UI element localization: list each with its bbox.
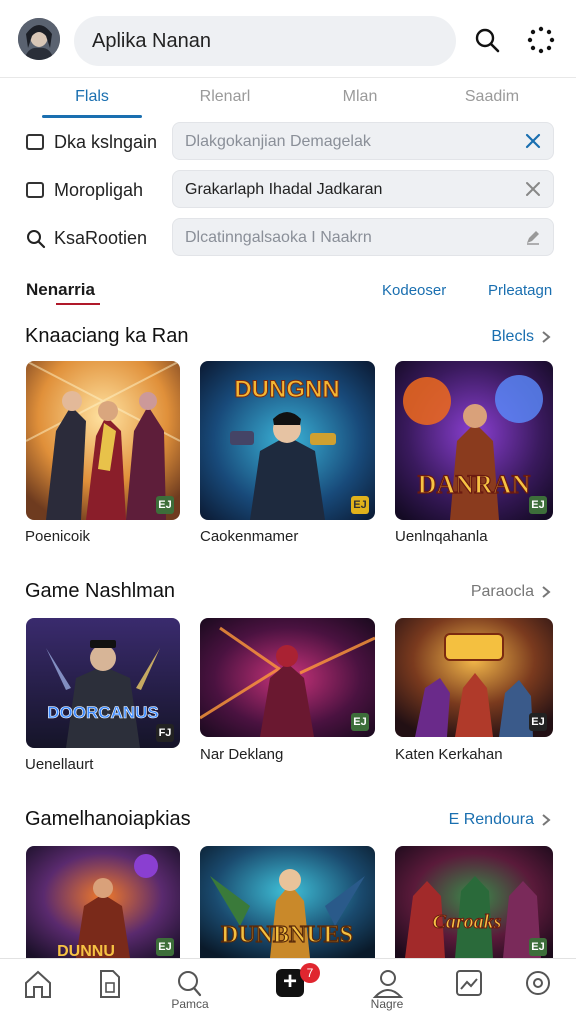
- nav-label: Nagre: [370, 997, 404, 1011]
- game-card[interactable]: DUNGNN EJ: [200, 361, 375, 520]
- chevron-right-icon: [542, 331, 551, 343]
- game-caption: Caokenmamer: [200, 528, 299, 545]
- chevron-right-icon: [542, 814, 551, 826]
- loading-dots-icon[interactable]: [527, 26, 555, 54]
- filter-row: KsaRootien Dlcatinngalsaoka I Naakrn: [0, 218, 576, 258]
- tab-flals[interactable]: Flals: [37, 88, 147, 106]
- section-title: Gamelhanoiapkias: [25, 808, 191, 830]
- platform-badge: FJ: [156, 724, 174, 742]
- section-nav-link[interactable]: Kodeoser: [382, 282, 446, 299]
- avatar[interactable]: [18, 18, 60, 60]
- filter-label: KsaRootien: [54, 228, 148, 248]
- filter-row: Moropligah Grakarlaph Ihadal Jadkaran: [0, 170, 576, 210]
- section-nav-title[interactable]: Nenarria: [26, 280, 95, 300]
- checkbox-icon[interactable]: [26, 134, 44, 150]
- profile-icon[interactable]: [368, 967, 408, 999]
- platform-badge: EJ: [529, 496, 547, 514]
- filter-row: Dka kslngain Dlakgokanjian Demagelak: [0, 122, 576, 162]
- platform-badge: EJ: [351, 713, 369, 731]
- game-card[interactable]: DOORCANUS FJ: [26, 618, 180, 748]
- filter-input-text: Dlakgokanjian Demagelak: [185, 133, 371, 150]
- platform-badge: EJ: [351, 496, 369, 514]
- section-nav-underline: [56, 303, 100, 305]
- game-caption: Poenicoik: [25, 528, 91, 545]
- tab-rlenarl[interactable]: Rlenarl: [170, 88, 280, 106]
- section-more-label: Paraocla: [470, 583, 534, 600]
- tab-bar: Flals Rlenarl Mlan Saadim: [0, 78, 576, 120]
- game-card[interactable]: DANRAN EJ: [395, 361, 553, 520]
- game-thumbnail: DUNGNN: [200, 361, 375, 520]
- section-more-link[interactable]: Blecls: [491, 328, 552, 346]
- search-text: Aplika Nanan: [92, 30, 211, 52]
- active-tab-indicator: [42, 115, 142, 118]
- game-card[interactable]: EJ: [26, 361, 180, 520]
- section-nav: Nenarria Kodeoser Prleatagn: [0, 276, 576, 306]
- game-card[interactable]: Caroaks EJ: [395, 846, 553, 958]
- filter-label: Dka kslngain: [54, 132, 158, 152]
- settings-icon[interactable]: [518, 967, 558, 999]
- platform-badge: EJ: [529, 938, 547, 956]
- section-more-label: E Rendoura: [448, 811, 534, 828]
- close-icon[interactable]: [523, 131, 543, 151]
- sim-card-icon[interactable]: [89, 967, 129, 999]
- game-logo-text: DOORCANUS: [47, 703, 158, 722]
- game-thumbnail: [200, 618, 375, 737]
- home-icon[interactable]: [18, 967, 58, 999]
- filter-input-text: Dlcatinngalsaoka I Naakrn: [185, 229, 372, 246]
- platform-badge: EJ: [156, 496, 174, 514]
- platform-badge: EJ: [529, 713, 547, 731]
- game-logo-text: DUNGNN: [234, 376, 339, 403]
- game-caption: Uenlnqahanla: [395, 528, 488, 545]
- filter-label: Moropligah: [54, 180, 144, 200]
- game-caption: Katen Kerkahan: [395, 746, 503, 763]
- chevron-right-icon: [542, 586, 551, 598]
- section-more-link[interactable]: Paraocla: [471, 583, 552, 601]
- game-card[interactable]: EJ: [200, 618, 375, 737]
- gallery-icon[interactable]: [448, 967, 488, 999]
- game-thumbnail: DUNBNUES: [200, 846, 375, 958]
- section-title: Knaaciang ka Ran: [25, 325, 189, 347]
- game-card[interactable]: DUNNU EJ: [26, 846, 180, 958]
- filter-input[interactable]: Grakarlaph Ihadal Jadkaran: [172, 170, 554, 208]
- game-logo-text: DUNNU: [57, 943, 115, 958]
- search-icon: [27, 230, 46, 249]
- tab-mlan[interactable]: Mlan: [305, 88, 415, 106]
- tab-saadim[interactable]: Saadim: [437, 88, 547, 106]
- close-icon[interactable]: [523, 179, 543, 199]
- filter-input[interactable]: Dlakgokanjian Demagelak: [172, 122, 554, 160]
- checkbox-icon[interactable]: [26, 182, 44, 198]
- game-card[interactable]: DUNBNUES: [200, 846, 375, 958]
- game-logo-text: Caroaks: [433, 911, 502, 933]
- nav-label: Pamca: [171, 997, 209, 1011]
- game-caption: Nar Deklang: [200, 746, 284, 763]
- section-title: Game Nashlman: [25, 580, 176, 602]
- section-more-link[interactable]: E Rendoura: [449, 811, 552, 829]
- search-icon[interactable]: [473, 26, 501, 54]
- notification-badge: 7: [300, 963, 320, 983]
- search-icon[interactable]: [170, 967, 210, 999]
- filter-input[interactable]: Dlcatinngalsaoka I Naakrn: [172, 218, 554, 256]
- search-bar[interactable]: Aplika Nanan: [74, 16, 456, 66]
- top-bar: Aplika Nanan: [0, 0, 576, 78]
- game-logo-text: DUNBNUES: [221, 922, 353, 948]
- section-more-label: Blecls: [491, 328, 534, 345]
- bottom-nav: Pamca + 7 Nagre: [0, 958, 576, 1024]
- platform-badge: EJ: [156, 938, 174, 956]
- game-card[interactable]: EJ: [395, 618, 553, 737]
- game-caption: Uenellaurt: [25, 756, 94, 773]
- section-nav-link[interactable]: Prleatagn: [488, 282, 552, 299]
- game-logo-text: DANRAN: [418, 470, 531, 499]
- edit-icon[interactable]: [523, 227, 543, 247]
- filter-input-text: Grakarlaph Ihadal Jadkaran: [185, 181, 383, 198]
